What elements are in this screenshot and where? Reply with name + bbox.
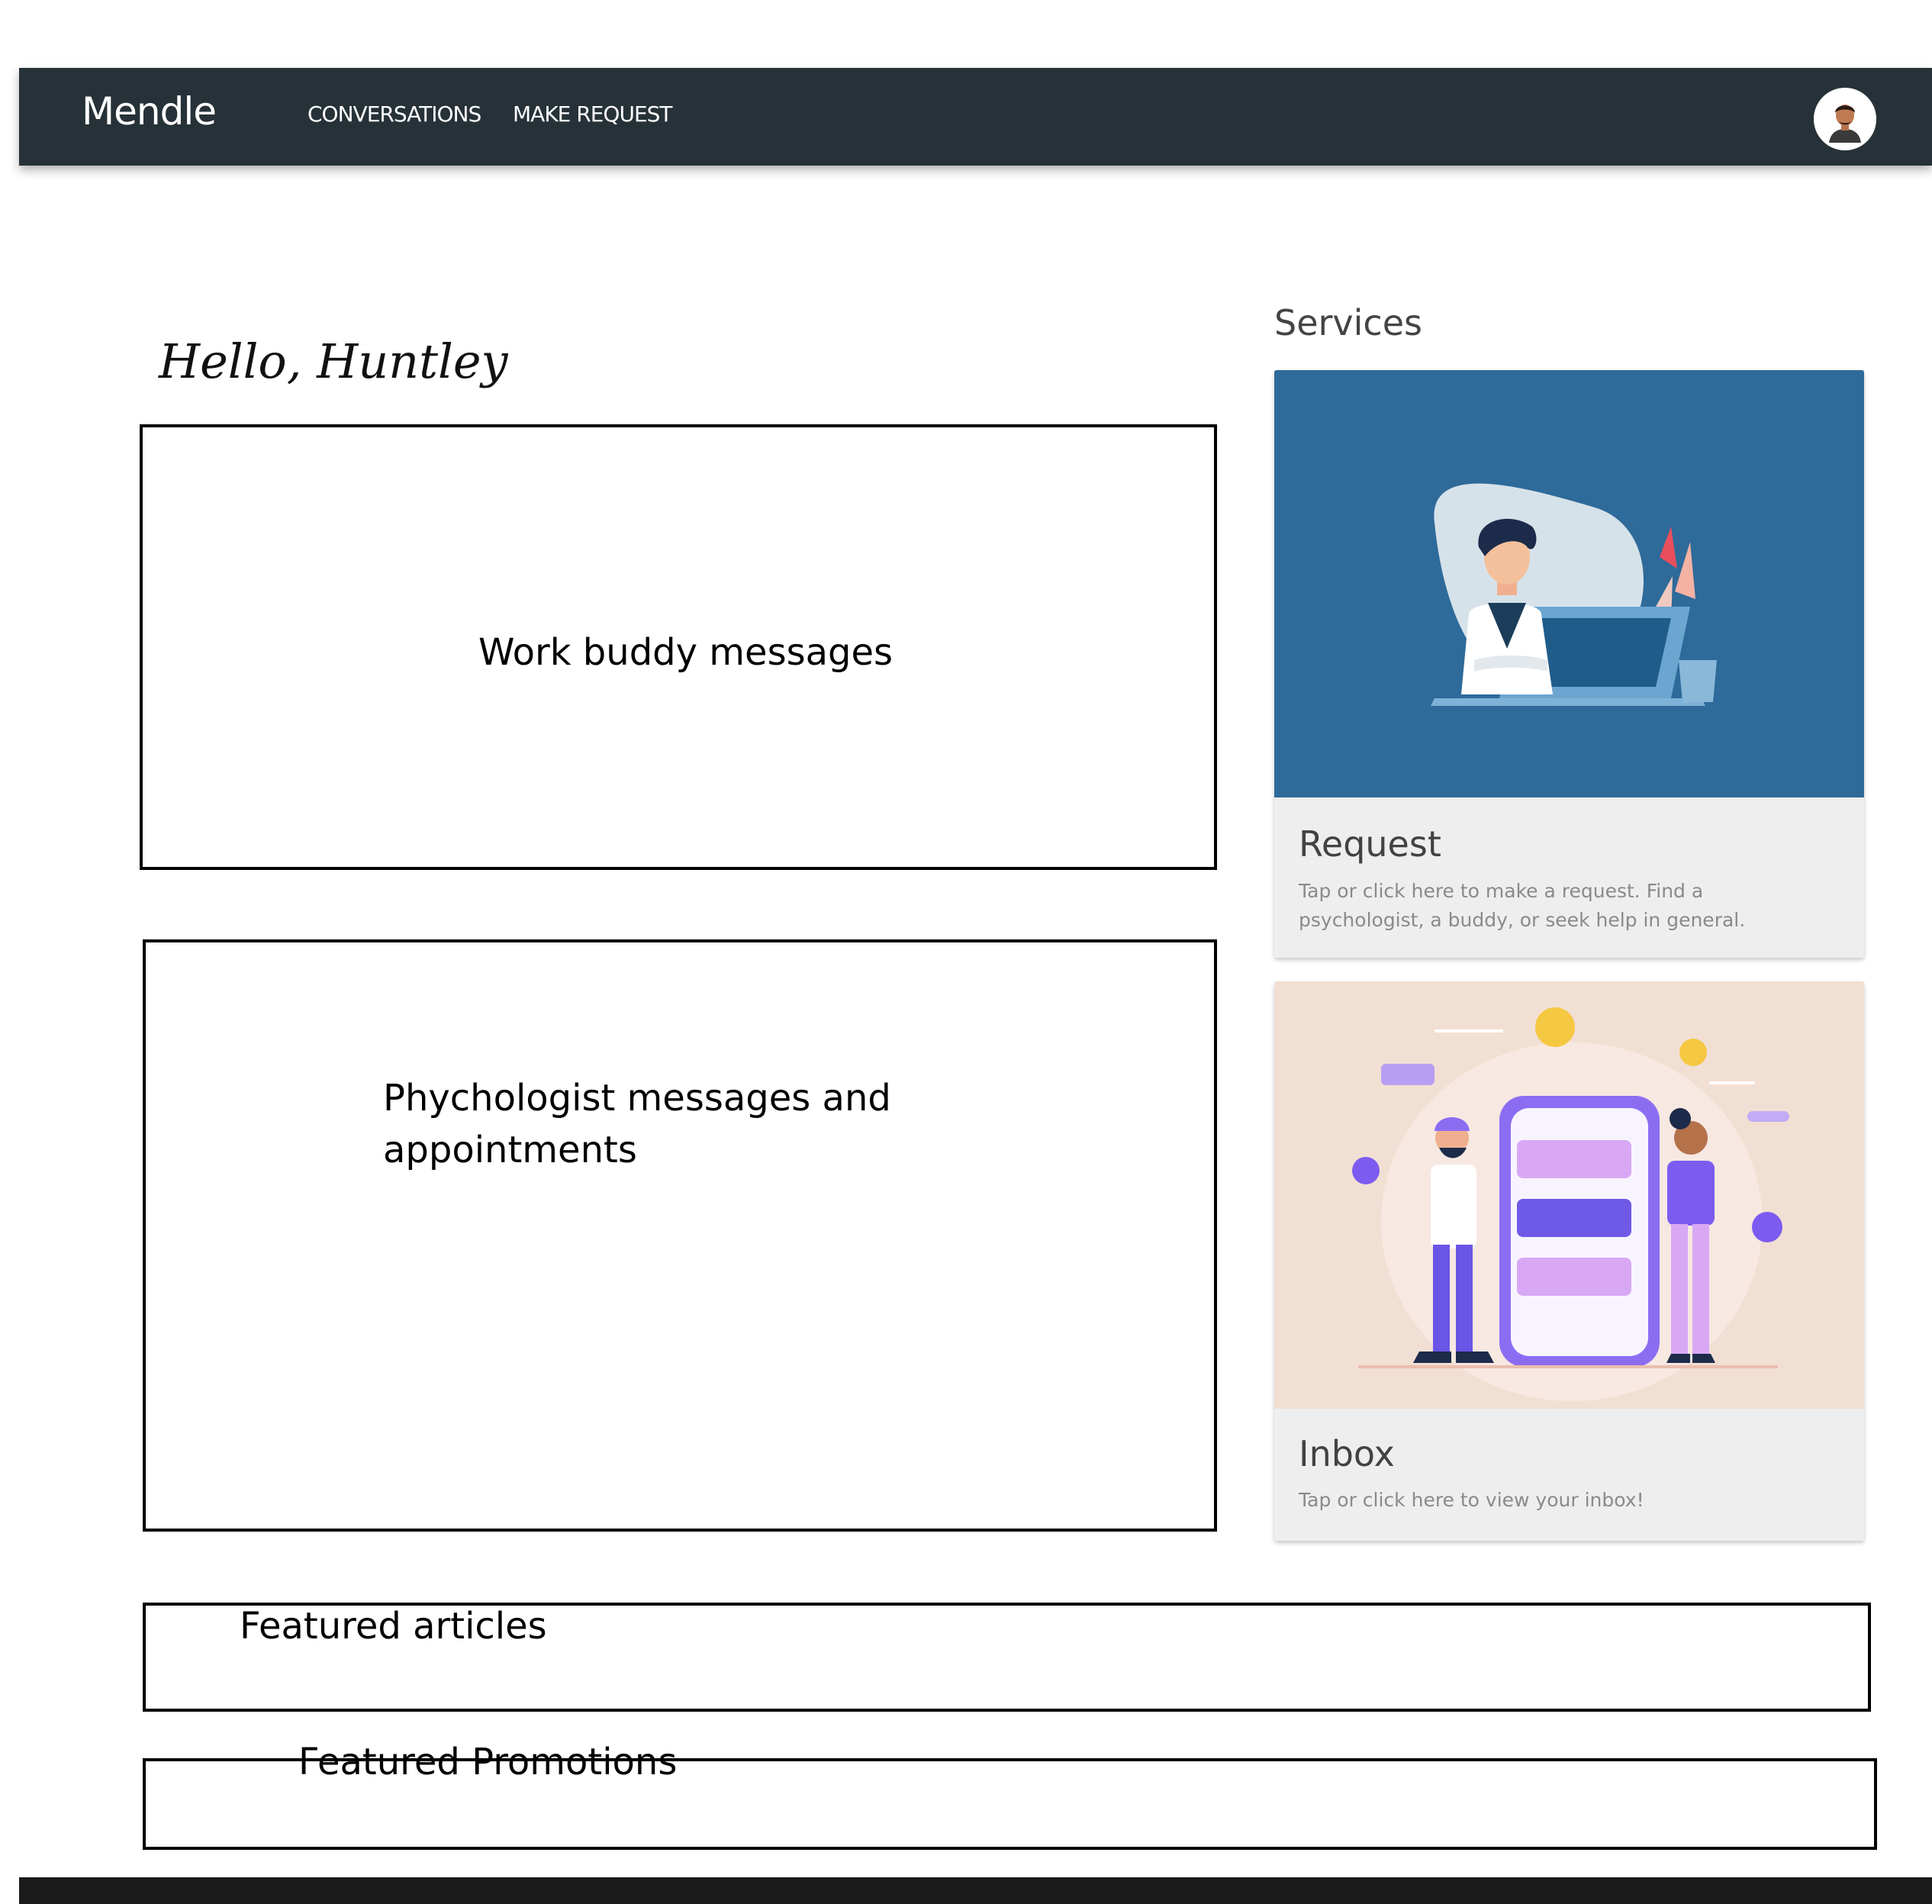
featured-articles-panel[interactable]: Featured articles: [143, 1603, 1871, 1712]
greeting-heading: Hello, Huntley: [159, 333, 508, 389]
chat-phone-illustration-icon: [1352, 1007, 1789, 1401]
request-card-title: Request: [1299, 823, 1441, 865]
featured-promotions-label: Featured Promotions: [298, 1741, 678, 1783]
featured-promotions-panel[interactable]: Featured Promotions: [143, 1741, 1877, 1850]
psychologist-label-line2: appointments: [383, 1129, 637, 1171]
nav-link-make-request[interactable]: MAKE REQUEST: [513, 104, 673, 125]
avatar-icon: [1814, 88, 1876, 150]
doctor-laptop-illustration-icon: [1431, 483, 1717, 706]
nav-link-conversations[interactable]: CONVERSATIONS: [308, 104, 481, 125]
work-buddy-label: Work buddy messages: [478, 631, 894, 674]
brand-logo[interactable]: Mendle: [82, 92, 217, 130]
psychologist-messages-panel[interactable]: Phychologist messages and appointments: [143, 939, 1217, 1532]
psychologist-label-line1: Phychologist messages and: [383, 1077, 891, 1120]
top-navbar: Mendle CONVERSATIONS MAKE REQUEST: [19, 68, 1932, 166]
inbox-card[interactable]: Inbox Tap or click here to view your inb…: [1274, 981, 1864, 1541]
featured-articles-label: Featured articles: [240, 1605, 547, 1648]
request-card-description: Tap or click here to make a request. Fin…: [1299, 880, 1746, 931]
inbox-card-image: [1274, 981, 1864, 1409]
inbox-card-title: Inbox: [1299, 1433, 1395, 1474]
user-avatar[interactable]: [1814, 88, 1876, 150]
work-buddy-messages-panel[interactable]: Work buddy messages: [140, 424, 1217, 870]
services-heading: Services: [1274, 302, 1422, 343]
request-card-image: [1274, 370, 1864, 797]
footer-bar: [19, 1877, 1932, 1904]
inbox-card-description: Tap or click here to view your inbox!: [1299, 1489, 1644, 1511]
request-card[interactable]: Request Tap or click here to make a requ…: [1274, 370, 1864, 958]
